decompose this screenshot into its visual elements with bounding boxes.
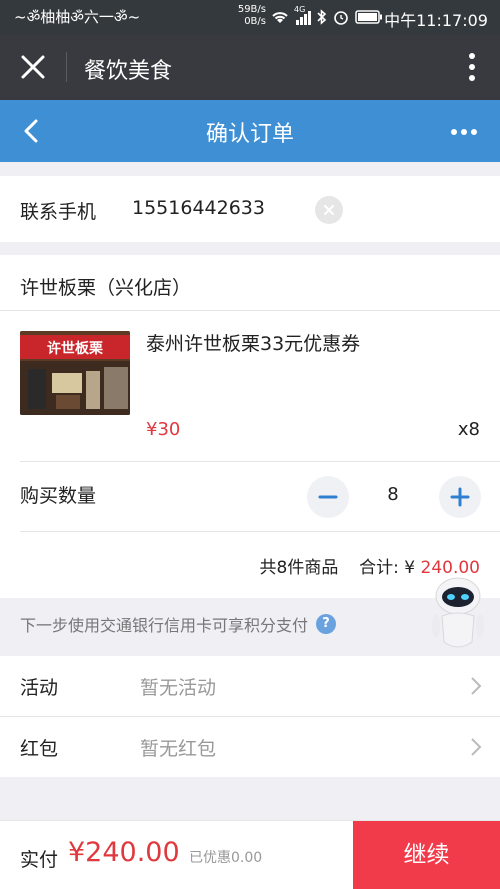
contact-phone-label: 联系手机 (20, 201, 97, 223)
top-bar-title: 餐饮美食 (84, 59, 173, 84)
decrease-quantity-button[interactable] (307, 476, 349, 518)
store-name: 许世板栗（兴化店） (20, 277, 192, 299)
page-title: 确认订单 (205, 122, 294, 147)
close-icon[interactable] (16, 50, 50, 84)
activity-label: 活动 (20, 677, 59, 699)
robot-assistant-icon[interactable] (428, 576, 488, 654)
bluetooth-icon (317, 9, 327, 25)
item-count: 共8件商品 (259, 558, 339, 578)
activity-row[interactable]: 活动 暂无活动 (0, 656, 500, 716)
activity-value: 暂无活动 (140, 677, 217, 699)
clear-phone-button[interactable] (315, 196, 343, 224)
status-time: 中午11:17:09 (384, 11, 488, 30)
page-header: 确认订单 (0, 100, 500, 162)
minus-icon (318, 495, 338, 499)
divider (0, 310, 500, 311)
status-bar: ~ॐ柚柚ॐ六一ॐ~ 59B/s 0B/s 4G 中午11:17:09 (0, 0, 500, 34)
quantity-value[interactable]: 8 (372, 484, 414, 505)
pay-amount: ¥240.00 (68, 837, 180, 868)
signal-icon: 4G (294, 5, 311, 25)
top-bar-divider (66, 52, 67, 82)
browser-top-bar: 餐饮美食 (0, 34, 500, 100)
contact-phone-input[interactable]: 15516442633 (132, 197, 265, 219)
battery-icon (355, 10, 382, 24)
payment-notice: 下一步使用交通银行信用卡可享积分支付 ? (20, 612, 337, 636)
payment-notice-text: 下一步使用交通银行信用卡可享积分支付 (20, 616, 309, 635)
chevron-right-icon (471, 677, 482, 695)
red-packet-value: 暂无红包 (140, 738, 217, 760)
order-summary: 共8件商品 合计: ¥ 240.00 (260, 553, 480, 578)
increase-quantity-button[interactable] (439, 476, 481, 518)
contact-phone-row: 联系手机 15516442633 (0, 176, 500, 242)
store-sign-text: 许世板栗 (47, 340, 104, 357)
wifi-icon (272, 12, 288, 23)
total-label: 合计: ¥ (359, 558, 421, 578)
red-packet-label: 红包 (20, 738, 59, 760)
network-type: 4G (294, 5, 306, 14)
divider (20, 461, 500, 462)
red-packet-row[interactable]: 红包 暂无红包 (0, 717, 500, 777)
plus-icon (450, 487, 470, 507)
product-image: 许世板栗 (20, 331, 130, 415)
product-quantity: x8 (457, 419, 480, 440)
more-horizontal-icon[interactable] (450, 128, 478, 136)
network-speed: 59B/s 0B/s (234, 4, 266, 28)
product-price: ¥30 (146, 419, 181, 440)
status-carrier-text: ~ॐ柚柚ॐ六一ॐ~ (14, 8, 141, 26)
checkout-bar: 实付 ¥240.00 已优惠0.00 继续 (0, 820, 500, 889)
status-icons: 4G (270, 5, 383, 26)
upload-speed: 59B/s (237, 4, 266, 15)
pay-label: 实付 (20, 849, 59, 871)
chevron-right-icon (471, 738, 482, 756)
order-store-section: 许世板栗（兴化店） 许世板栗 泰州许世板栗33元优惠券 ¥30 x8 购买数量 … (0, 255, 500, 598)
divider (20, 531, 500, 532)
clear-icon (324, 205, 334, 215)
total-amount: 240.00 (420, 558, 480, 578)
help-icon[interactable]: ? (316, 614, 337, 634)
continue-button[interactable]: 继续 (353, 821, 500, 889)
discount-text: 已优惠0.00 (189, 850, 263, 866)
purchase-quantity-label: 购买数量 (20, 485, 97, 507)
product-title: 泰州许世板栗33元优惠券 (146, 333, 361, 355)
alarm-icon (334, 11, 348, 25)
download-speed: 0B/s (244, 16, 266, 27)
more-vertical-icon[interactable] (468, 52, 476, 82)
